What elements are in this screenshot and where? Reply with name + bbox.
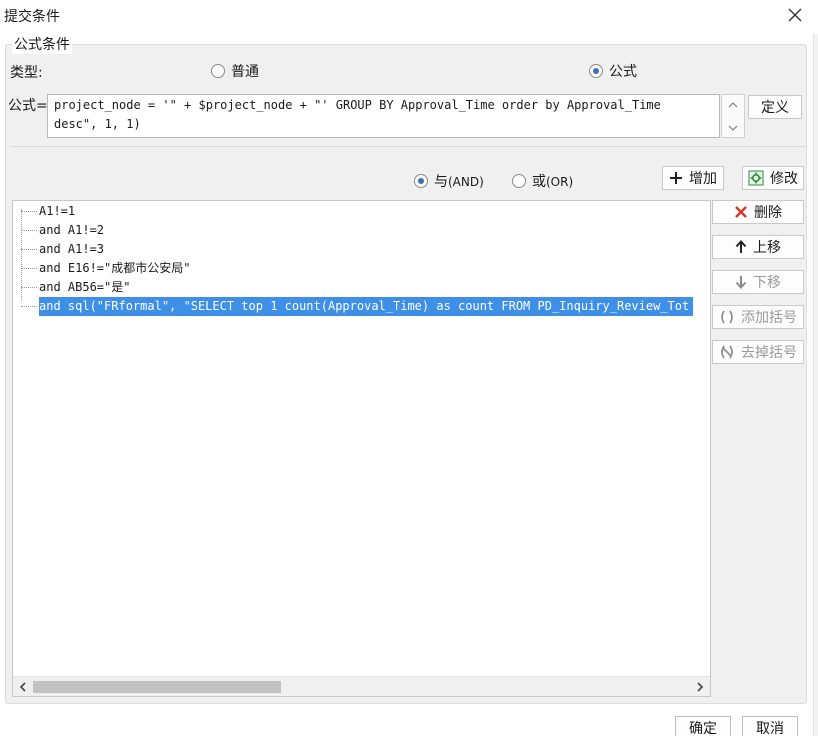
move-down-button[interactable]: 下移: [712, 270, 804, 294]
radio-or[interactable]: 或(OR): [512, 171, 573, 191]
tree-branch: [21, 249, 37, 250]
tree-branch: [21, 211, 37, 212]
condition-text: A1!=1: [39, 204, 76, 218]
add-brackets-button-label: 添加括号: [741, 310, 797, 326]
add-button-label: 增加: [689, 171, 717, 187]
remove-brackets-button[interactable]: 去掉括号: [712, 340, 804, 364]
scroll-up-icon[interactable]: [728, 100, 738, 110]
formula-input[interactable]: project_node = '" + $project_node + "' G…: [47, 94, 720, 138]
condition-list[interactable]: A1!=1 and A1!=2 and A1!=3 and E16!="成都市公…: [12, 200, 711, 697]
radio-or-label: 或: [532, 174, 546, 190]
radio-and-sub: (AND): [448, 175, 484, 189]
condition-text: and sql("FRformal", "SELECT top 1 count(…: [39, 297, 694, 316]
define-button-label: 定义: [761, 100, 789, 116]
ok-button-label: 确定: [689, 721, 717, 736]
radio-formula-label: 公式: [609, 64, 637, 80]
type-label: 类型:: [10, 65, 43, 81]
move-up-button[interactable]: 上移: [712, 235, 804, 259]
modify-button[interactable]: 修改: [742, 166, 804, 190]
brackets-icon: [721, 310, 733, 324]
tree-branch: [21, 268, 37, 269]
add-brackets-button[interactable]: 添加括号: [712, 305, 804, 329]
move-down-button-label: 下移: [753, 275, 781, 291]
window-title: 提交条件: [4, 9, 60, 25]
add-button[interactable]: 增加: [662, 166, 724, 190]
title-bar: 提交条件: [0, 0, 818, 32]
radio-formula-indicator: [589, 64, 603, 78]
plus-icon: [670, 172, 682, 184]
radio-or-indicator: [512, 174, 526, 188]
tree-branch: [21, 287, 37, 288]
cancel-button-label: 取消: [756, 721, 784, 736]
horizontal-scrollbar[interactable]: [13, 676, 710, 696]
condition-text: and AB56="是": [39, 280, 131, 294]
radio-formula[interactable]: 公式: [589, 61, 637, 81]
radio-normal-label: 普通: [231, 64, 259, 80]
delete-button-label: 删除: [754, 205, 782, 221]
scroll-down-icon[interactable]: [728, 123, 738, 133]
window-edge: [813, 34, 818, 736]
delete-button[interactable]: 删除: [712, 200, 804, 224]
radio-and-indicator: [414, 174, 428, 188]
modify-button-label: 修改: [770, 171, 798, 187]
radio-normal-indicator: [211, 64, 225, 78]
close-icon[interactable]: [786, 6, 804, 24]
move-up-button-label: 上移: [753, 240, 781, 256]
tree-branch: [21, 306, 37, 307]
condition-text: and A1!=3: [39, 242, 105, 256]
define-button[interactable]: 定义: [748, 95, 802, 119]
cancel-button[interactable]: 取消: [742, 716, 798, 736]
radio-and[interactable]: 与(AND): [414, 171, 484, 191]
formula-scroll[interactable]: [721, 94, 745, 138]
arrow-down-icon: [735, 276, 747, 289]
tree-branch: [21, 230, 37, 231]
remove-brackets-icon: [721, 345, 733, 359]
scroll-right-icon[interactable]: [694, 681, 706, 693]
arrow-up-icon: [735, 240, 747, 253]
divider: [10, 146, 807, 147]
condition-text: and A1!=2: [39, 223, 105, 237]
ok-button[interactable]: 确定: [675, 716, 731, 736]
radio-or-sub: (OR): [546, 175, 574, 189]
modify-icon: [748, 170, 764, 186]
delete-x-icon: [735, 206, 747, 218]
radio-and-label: 与: [434, 174, 448, 190]
scrollbar-thumb[interactable]: [33, 681, 281, 693]
condition-text: and E16!="成都市公安局": [39, 261, 191, 275]
radio-normal[interactable]: 普通: [211, 61, 259, 81]
scroll-left-icon[interactable]: [17, 681, 29, 693]
group-legend: 公式条件: [12, 34, 72, 54]
remove-brackets-button-label: 去掉括号: [741, 345, 797, 361]
formula-label: 公式=: [8, 98, 48, 114]
